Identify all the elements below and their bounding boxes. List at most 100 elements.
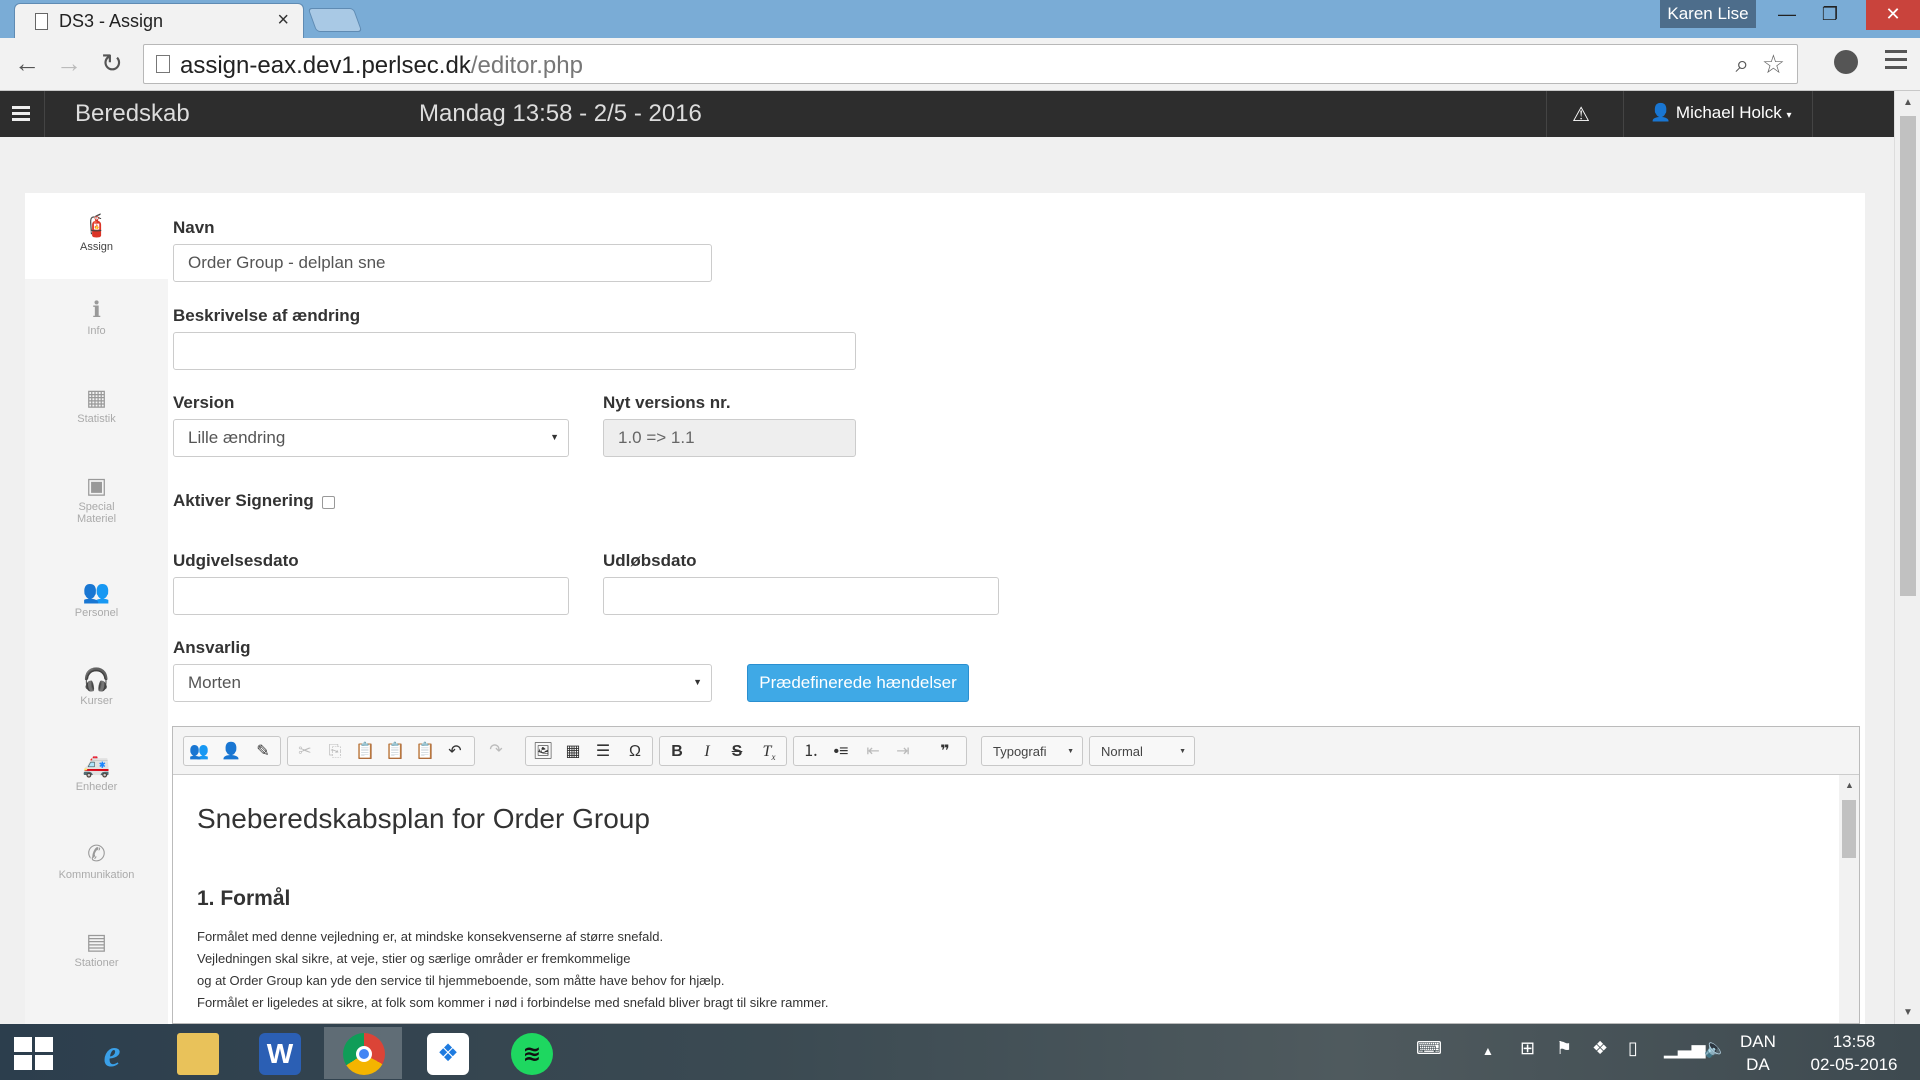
- browser-tab[interactable]: DS3 - Assign ×: [14, 3, 304, 38]
- tab-close-icon[interactable]: ×: [277, 9, 289, 32]
- page-scrollbar[interactable]: ▲ ▼: [1894, 91, 1920, 1024]
- sidebar-item-assign[interactable]: 🧯 Assign: [25, 193, 168, 279]
- name-input[interactable]: Order Group - delplan sne: [173, 244, 712, 282]
- sidebar-item-special-materiel[interactable]: ▣ Special Materiel: [25, 473, 168, 525]
- numbered-list-icon[interactable]: ⒈: [800, 742, 822, 762]
- version-select[interactable]: Lille ændring ▼: [173, 419, 569, 457]
- special-char-icon[interactable]: Ω: [624, 742, 646, 762]
- style-combo[interactable]: Normal ▼: [1089, 736, 1195, 766]
- chrome-icon: [343, 1033, 385, 1075]
- taskbar-explorer[interactable]: [158, 1027, 236, 1079]
- taskbar-word[interactable]: W: [240, 1027, 318, 1079]
- expiry-date-input[interactable]: [603, 577, 999, 615]
- scroll-down-icon[interactable]: ▼: [1903, 1007, 1913, 1018]
- copy-icon[interactable]: ⎘: [324, 742, 346, 762]
- remove-format-icon[interactable]: Tx: [758, 742, 780, 762]
- outdent-icon[interactable]: ⇤: [862, 742, 884, 762]
- extension-icon[interactable]: [1834, 50, 1858, 74]
- paste-word-icon[interactable]: 📋: [414, 742, 436, 762]
- users-icon: 👥: [82, 579, 111, 604]
- scroll-thumb[interactable]: [1900, 116, 1916, 596]
- insert-form-icon[interactable]: ✎: [252, 742, 274, 762]
- redo-icon[interactable]: ↷: [485, 741, 507, 761]
- scroll-up-icon[interactable]: ▲: [1903, 97, 1913, 108]
- minimize-icon[interactable]: —: [1765, 0, 1809, 30]
- format-combo[interactable]: Typografi ▼: [981, 736, 1083, 766]
- windows-start-icon[interactable]: [14, 1037, 54, 1071]
- app-navbar: Beredskab Mandag 13:58 - 2/5 - 2016 ⚠ 👤 …: [0, 91, 1894, 137]
- format-combo-value: Typografi: [993, 744, 1047, 759]
- cut-icon[interactable]: ✂: [294, 742, 316, 762]
- strikethrough-icon[interactable]: S: [726, 742, 748, 762]
- taskbar-ie[interactable]: e: [72, 1027, 150, 1079]
- user-menu[interactable]: 👤 Michael Holck ▾: [1650, 103, 1791, 123]
- undo-icon[interactable]: ↶: [444, 742, 466, 762]
- windows-icon[interactable]: ⊞: [1520, 1038, 1535, 1059]
- volume-icon[interactable]: 🔈: [1704, 1038, 1726, 1059]
- forward-icon[interactable]: →: [56, 50, 82, 76]
- caret-down-icon: ▼: [1179, 748, 1186, 755]
- bullet-list-icon[interactable]: •≡: [830, 742, 852, 762]
- toolbar-group-list: ⒈ •≡ ⇤ ⇥ ❞: [793, 736, 967, 766]
- app-brand[interactable]: Beredskab: [75, 100, 190, 128]
- show-hidden-icons-icon[interactable]: ▲: [1482, 1044, 1494, 1058]
- sidebar-item-statistik[interactable]: ▦ Statistik: [25, 385, 168, 425]
- expiry-date-label: Udløbsdato: [603, 551, 697, 570]
- bookmark-star-icon[interactable]: ☆: [1762, 49, 1785, 80]
- table-icon[interactable]: ▦: [562, 742, 584, 762]
- paste-icon[interactable]: 📋: [354, 742, 376, 762]
- insert-person-icon[interactable]: 👤: [220, 742, 242, 762]
- horizontal-line-icon[interactable]: ☰: [592, 742, 614, 762]
- editor-scrollbar[interactable]: ▲: [1839, 775, 1859, 1023]
- sidebar-item-stationer[interactable]: ▤ Stationer: [25, 929, 168, 969]
- signing-label: Aktiver Signering: [173, 491, 314, 510]
- clock-date: 02-05-2016: [1810, 1055, 1898, 1074]
- taskbar-clock[interactable]: 13:58 02-05-2016: [1806, 1030, 1902, 1076]
- paste-text-icon[interactable]: 📋: [384, 742, 406, 762]
- keyboard-icon[interactable]: ⌨: [1416, 1038, 1442, 1059]
- reload-icon[interactable]: ↻: [101, 50, 123, 76]
- indent-icon[interactable]: ⇥: [892, 742, 914, 762]
- address-bar[interactable]: assign-eax.dev1.perlsec.dk/editor.php ⌕ …: [143, 44, 1798, 84]
- predefined-events-button[interactable]: Prædefinerede hændelser: [747, 664, 969, 702]
- fire-extinguisher-icon: 🧯: [82, 213, 111, 238]
- language-indicator[interactable]: DAN DA: [1740, 1030, 1776, 1076]
- responsible-select[interactable]: Morten ▼: [173, 664, 712, 702]
- sidebar-item-info[interactable]: ℹ Info: [25, 297, 168, 337]
- italic-icon[interactable]: I: [696, 742, 718, 762]
- back-icon[interactable]: ←: [14, 50, 40, 76]
- blockquote-icon[interactable]: ❞: [934, 742, 956, 762]
- image-icon[interactable]: 🖼: [532, 742, 554, 762]
- description-input[interactable]: [173, 332, 856, 370]
- release-date-input[interactable]: [173, 577, 569, 615]
- flag-icon[interactable]: ⚑: [1556, 1038, 1572, 1059]
- signing-checkbox[interactable]: [322, 496, 335, 509]
- sidebar-item-personel[interactable]: 👥 Personel: [25, 579, 168, 619]
- new-tab-button[interactable]: [307, 8, 363, 32]
- document-heading: Snеberedskabsplan for Order Group: [197, 803, 650, 834]
- taskbar-dropbox[interactable]: ❖: [408, 1027, 486, 1079]
- battery-icon[interactable]: ▯: [1628, 1038, 1638, 1059]
- zoom-icon[interactable]: ⌕: [1736, 51, 1749, 79]
- sidebar-item-enheder[interactable]: 🚑 Enheder: [25, 753, 168, 793]
- sidebar-item-kommunikation[interactable]: ✆ Kommunikation: [25, 841, 168, 881]
- editor-content[interactable]: Snеberedskabsplan for Order Group 1. For…: [173, 775, 1839, 1023]
- browser-menu-icon[interactable]: [1885, 50, 1907, 72]
- insert-group-icon[interactable]: 👥: [188, 742, 210, 762]
- paragraph-line: og at Order Group kan yde den service ti…: [197, 973, 725, 988]
- warning-icon[interactable]: ⚠: [1572, 102, 1590, 127]
- hamburger-menu-icon[interactable]: [12, 106, 30, 124]
- taskbar-chrome[interactable]: [324, 1027, 402, 1079]
- sidebar-item-kurser[interactable]: 🎧 Kurser: [25, 667, 168, 707]
- responsible-label: Ansvarlig: [173, 638, 251, 657]
- taskbar-spotify[interactable]: ≋: [492, 1027, 570, 1079]
- signal-icon[interactable]: ▁▃▅: [1664, 1038, 1706, 1059]
- scroll-thumb[interactable]: [1842, 800, 1856, 858]
- profile-button[interactable]: Karen Lise: [1660, 0, 1756, 28]
- window-close-icon[interactable]: ✕: [1866, 0, 1920, 30]
- sidebar-item-label: Info: [87, 325, 106, 337]
- restore-icon[interactable]: ❐: [1808, 0, 1852, 30]
- scroll-up-icon[interactable]: ▲: [1845, 780, 1854, 790]
- dropbox-tray-icon[interactable]: ❖: [1592, 1038, 1608, 1059]
- bold-icon[interactable]: B: [666, 742, 688, 762]
